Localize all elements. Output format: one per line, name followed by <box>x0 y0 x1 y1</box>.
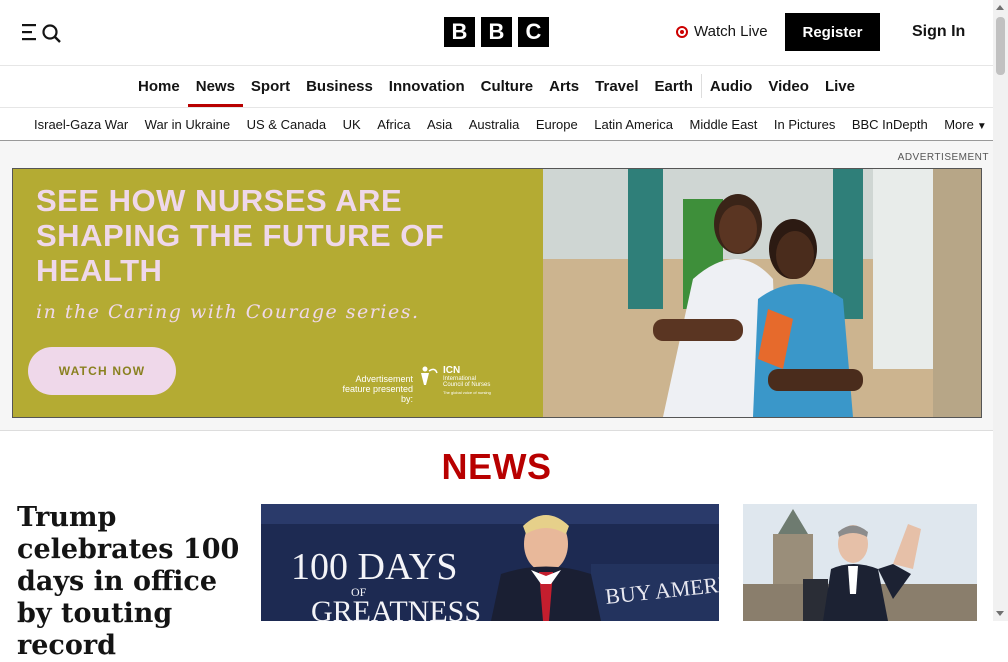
nav-item-news[interactable]: News <box>187 66 244 107</box>
nav-item-sport[interactable]: Sport <box>243 66 298 107</box>
nav-item-video[interactable]: Video <box>760 66 817 107</box>
subnav-item-in-pictures[interactable]: In Pictures <box>774 117 835 132</box>
sub-nav: Israel-Gaza War War in Ukraine US & Cana… <box>0 108 993 141</box>
lead-story-headline[interactable]: Trump celebrates 100 days in office by t… <box>17 502 247 662</box>
watch-live-link[interactable]: Watch Live <box>676 23 768 40</box>
nav-item-arts[interactable]: Arts <box>541 66 587 107</box>
icn-name: International Council of Nurses <box>443 376 491 388</box>
subnav-item-asia[interactable]: Asia <box>427 117 452 132</box>
subnav-item-africa[interactable]: Africa <box>377 117 410 132</box>
nav-item-business[interactable]: Business <box>298 66 381 107</box>
icn-abbrev: ICN <box>443 365 461 376</box>
more-label: More <box>944 116 974 132</box>
nav-item-home[interactable]: Home <box>130 66 188 107</box>
menu-icon <box>22 24 61 43</box>
sign-in-link[interactable]: Sign In <box>912 23 965 41</box>
ad-container: ADVERTISEMENT SEE HOW NURSES ARE SHAPING… <box>0 141 993 431</box>
icn-logo: ICN International Council of Nurses The … <box>419 365 493 396</box>
image-sign-line3: GREATNESS <box>311 595 481 621</box>
bbc-logo[interactable]: B B C <box>444 17 549 47</box>
nav-item-live[interactable]: Live <box>817 66 863 107</box>
secondary-story-image[interactable] <box>743 504 977 621</box>
top-bar: B B C Watch Live Register Sign In <box>0 0 993 66</box>
icn-logo-icon <box>421 366 438 385</box>
image-sign-line1: 100 DAYS <box>291 546 457 588</box>
nav-item-earth[interactable]: Earth <box>647 66 701 107</box>
subnav-more-button[interactable]: More ▼ <box>944 117 987 132</box>
nav-item-audio[interactable]: Audio <box>702 66 761 107</box>
register-button[interactable]: Register <box>785 13 880 51</box>
trump-photo: BUY AMERICA 100 DAYS OF GREATNESS <box>261 504 719 621</box>
nav-item-innovation[interactable]: Innovation <box>381 66 473 107</box>
subnav-item-latin-america[interactable]: Latin America <box>594 117 673 132</box>
subnav-item-indepth[interactable]: BBC InDepth <box>852 117 928 132</box>
logo-letter: B <box>481 17 512 47</box>
nav-item-culture[interactable]: Culture <box>473 66 542 107</box>
nurses-photo <box>543 169 981 417</box>
ad-banner[interactable]: SEE HOW NURSES ARE SHAPING THE FUTURE OF… <box>12 168 982 418</box>
main-nav: Home News Sport Business Innovation Cult… <box>0 66 993 108</box>
ad-presented-by: Advertisement feature presented by: <box>342 374 413 404</box>
section-title[interactable]: NEWS <box>0 446 993 488</box>
scroll-up-icon[interactable] <box>996 5 1004 10</box>
nav-item-travel[interactable]: Travel <box>587 66 646 107</box>
menu-search-button[interactable] <box>22 22 62 44</box>
subnav-item-israel-gaza[interactable]: Israel-Gaza War <box>34 117 128 132</box>
subnav-item-ukraine[interactable]: War in Ukraine <box>145 117 230 132</box>
carney-photo <box>743 504 977 621</box>
page-scrollbar[interactable] <box>993 0 1008 621</box>
subnav-item-europe[interactable]: Europe <box>536 117 578 132</box>
subnav-item-middle-east[interactable]: Middle East <box>690 117 758 132</box>
watch-live-label: Watch Live <box>694 23 768 40</box>
scrollbar-thumb[interactable] <box>996 17 1005 75</box>
ad-headline: SEE HOW NURSES ARE SHAPING THE FUTURE OF… <box>36 183 445 288</box>
subnav-item-australia[interactable]: Australia <box>469 117 520 132</box>
scroll-down-icon[interactable] <box>996 611 1004 616</box>
logo-letter: B <box>444 17 475 47</box>
lead-story-image[interactable]: BUY AMERICA 100 DAYS OF GREATNESS <box>261 504 719 621</box>
watch-now-button[interactable]: WATCH NOW <box>28 347 176 395</box>
ad-label: ADVERTISEMENT <box>897 152 989 163</box>
live-dot-icon <box>676 25 688 38</box>
icn-tagline: The global voice of nursing <box>443 390 491 395</box>
ad-script-text: in the Caring with Courage series. <box>36 301 420 323</box>
chevron-down-icon: ▼ <box>976 120 987 132</box>
subnav-item-uk[interactable]: UK <box>343 117 361 132</box>
subnav-item-us-canada[interactable]: US & Canada <box>247 117 327 132</box>
logo-letter: C <box>518 17 549 47</box>
